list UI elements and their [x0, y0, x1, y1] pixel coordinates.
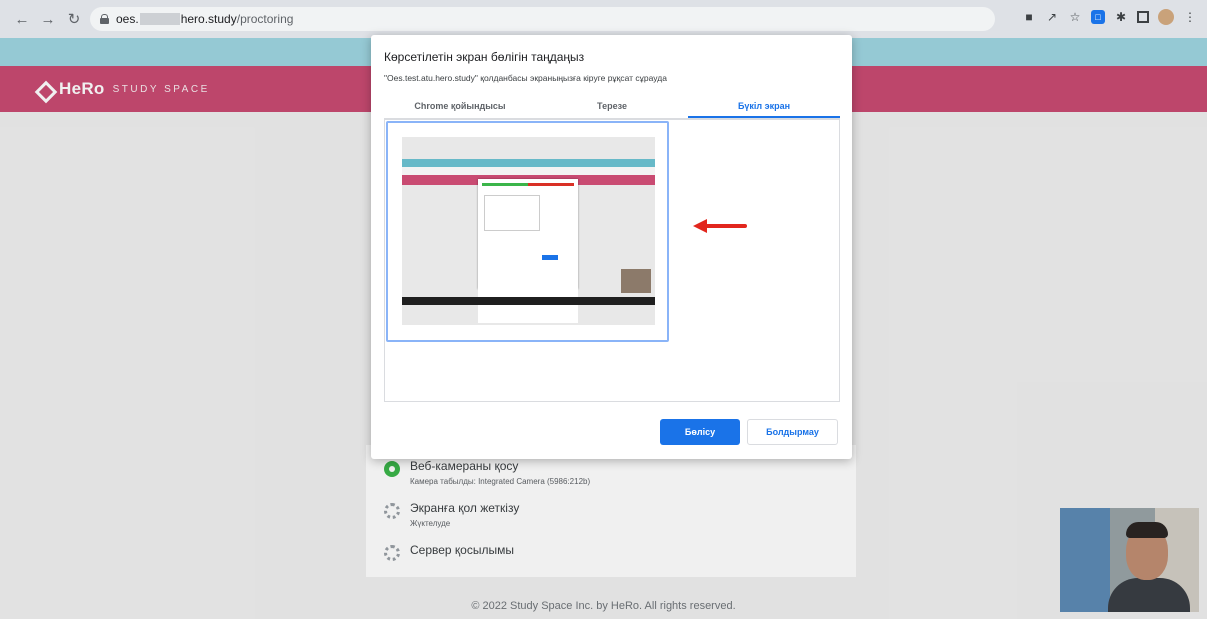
extension-area: ■ ↗ ☆ □ ✱ ⋮ [1022, 9, 1197, 25]
screen-preview-area [384, 119, 840, 402]
lock-icon [100, 14, 109, 24]
screen-thumbnail-image [402, 137, 655, 325]
puzzle-icon[interactable]: ✱ [1114, 10, 1128, 24]
url-host: hero.study [180, 12, 237, 26]
menu-kebab-icon[interactable]: ⋮ [1183, 10, 1197, 24]
browser-toolbar: ← → ↻ oes. hero.study /proctoring ■ ↗ ☆ … [0, 0, 1207, 38]
camera-indicator-icon[interactable]: ■ [1022, 10, 1036, 24]
profile-avatar[interactable] [1158, 9, 1174, 25]
address-bar[interactable]: oes. hero.study /proctoring [90, 7, 995, 31]
share-button[interactable]: Бөлісу [660, 419, 740, 445]
screen-thumbnail[interactable] [386, 121, 669, 342]
tab-chrome-tab[interactable]: Chrome қойындысы [384, 93, 536, 118]
url-path: /proctoring [236, 12, 294, 26]
tab-window[interactable]: Терезе [536, 93, 688, 118]
red-arrow-annotation [693, 219, 748, 233]
bookmark-star-icon[interactable]: ☆ [1068, 10, 1082, 24]
forward-icon[interactable]: → [38, 9, 58, 29]
back-icon[interactable]: ← [12, 9, 32, 29]
share-icon[interactable]: ↗ [1045, 10, 1059, 24]
url-redacted [139, 13, 180, 25]
screen-share-dialog: Көрсетілетін экран бөлігін таңдаңыз "Oes… [371, 35, 852, 459]
cancel-button[interactable]: Болдырмау [747, 419, 838, 445]
tab-entire-screen[interactable]: Бүкіл экран [688, 93, 840, 118]
dialog-subtitle: "Oes.test.atu.hero.study" қолданбасы экр… [384, 73, 667, 83]
dialog-title: Көрсетілетін экран бөлігін таңдаңыз [384, 50, 585, 64]
share-source-tabs: Chrome қойындысы Терезе Бүкіл экран [384, 93, 840, 119]
reload-icon[interactable]: ↻ [64, 9, 84, 29]
sidepanel-icon[interactable] [1137, 11, 1149, 23]
extension-icon[interactable]: □ [1091, 10, 1105, 24]
url-prefix: oes. [116, 12, 139, 26]
